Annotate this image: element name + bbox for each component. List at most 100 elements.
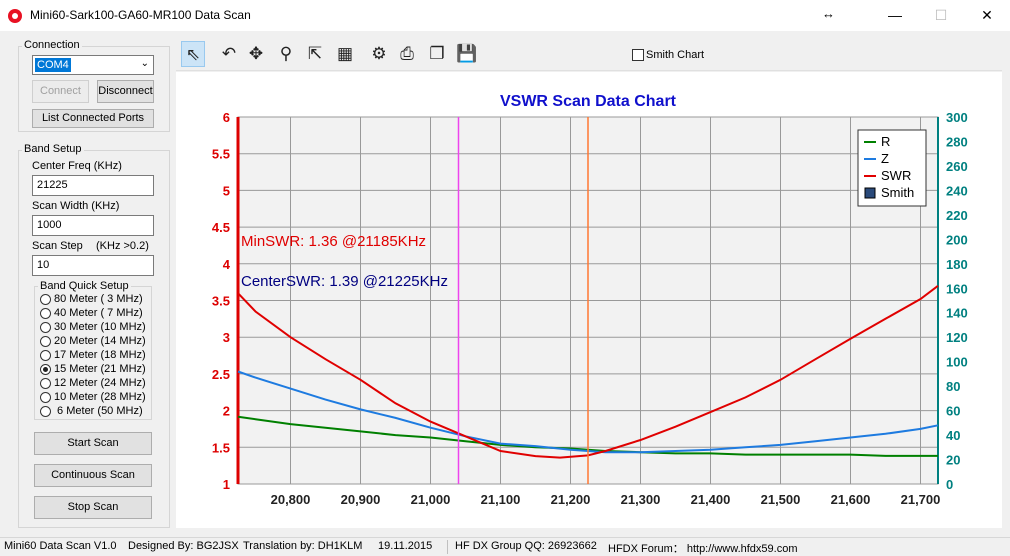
scan-width-label: Scan Width (KHz) [32, 200, 120, 212]
smith-chart-check-box[interactable] [632, 49, 644, 62]
scan-step-input[interactable]: 10 [32, 255, 154, 276]
band-radio-item[interactable]: 80 Meter ( 3 MHz) [40, 293, 143, 307]
band-setup-group-label: Band Setup [22, 143, 84, 155]
continuous-scan-button[interactable]: Continuous Scan [34, 464, 152, 487]
right-tick-label: 240 [946, 183, 968, 198]
radio-button[interactable] [40, 293, 51, 305]
connect-button[interactable]: Connect [32, 80, 89, 103]
legend-swatch [864, 187, 876, 199]
resize-icon: ↔ [822, 6, 835, 21]
left-tick-label: 1 [223, 477, 230, 492]
right-tick-label: 260 [946, 159, 968, 174]
pointer-icon[interactable]: ⇖ [181, 41, 205, 67]
maximize-button[interactable]: ☐ [918, 0, 964, 31]
band-radio-label: 10 Meter (28 MHz) [54, 391, 146, 403]
radio-button[interactable] [40, 391, 51, 403]
chart-panel: 20,800 20,900 21,000 21,100 21,200 21,300 21,4… [176, 72, 1002, 528]
legend-label: SWR [881, 168, 911, 183]
left-tick-label: 4 [223, 257, 231, 272]
export-icon[interactable]: ⇱ [303, 41, 327, 67]
x-tick-label: 21,400 [691, 492, 731, 507]
radio-button[interactable] [40, 335, 51, 347]
center-freq-label: Center Freq (KHz) [32, 160, 122, 172]
right-tick-label: 220 [946, 208, 968, 223]
zoom-icon[interactable]: ⚲ [274, 41, 298, 67]
smith-chart-checkbox[interactable]: Smith Chart [632, 49, 705, 62]
status-date: 19.11.2015 [378, 540, 433, 552]
legend-label: Smith [881, 185, 914, 200]
undo-icon[interactable]: ↶ [217, 41, 241, 67]
chevron-down-icon[interactable]: ⌄ [141, 58, 149, 69]
band-radio-item[interactable]: 20 Meter (14 MHz) [40, 335, 146, 349]
band-radio-label: 40 Meter ( 7 MHz) [54, 307, 143, 319]
left-tick-label: 5.5 [212, 147, 230, 162]
band-radio-item[interactable]: 12 Meter (24 MHz) [40, 377, 146, 391]
x-tick-label: 21,500 [761, 492, 801, 507]
band-radio-label: 12 Meter (24 MHz) [54, 377, 146, 389]
right-tick-label: 0 [946, 477, 953, 492]
stop-scan-button[interactable]: Stop Scan [34, 496, 152, 519]
minimize-button[interactable]: — [872, 0, 918, 31]
radio-button[interactable] [40, 321, 51, 333]
right-tick-label: 280 [946, 134, 968, 149]
radio-button[interactable] [40, 377, 51, 389]
band-radio-item[interactable]: 10 Meter (28 MHz) [40, 391, 146, 405]
right-tick-label: 140 [946, 306, 968, 321]
radio-button[interactable] [40, 307, 51, 319]
disconnect-button[interactable]: Disconnect [97, 80, 154, 103]
center-freq-input[interactable]: 21225 [32, 175, 154, 196]
status-bar: Mini60 Data Scan V1.0 Designed By: BG2JS… [0, 537, 1010, 556]
band-radio-item[interactable]: 6 Meter (50 MHz) [40, 405, 143, 419]
scan-width-input[interactable]: 1000 [32, 215, 154, 236]
start-scan-button[interactable]: Start Scan [34, 432, 152, 455]
x-tick-label: 20,900 [341, 492, 381, 507]
left-tick-label: 2 [223, 404, 230, 419]
band-radio-item[interactable]: 17 Meter (18 MHz) [40, 349, 146, 363]
radio-button[interactable] [40, 405, 51, 417]
right-tick-label: 100 [946, 355, 968, 370]
band-radio-label: 20 Meter (14 MHz) [54, 335, 146, 347]
port-select[interactable]: COM4 ⌄ [32, 55, 154, 75]
list-ports-button[interactable]: List Connected Ports [32, 109, 154, 128]
save-icon[interactable]: 💾 [455, 41, 479, 67]
title-bar: Mini60-Sark100-GA60-MR100 Data Scan ↔ — … [0, 0, 1010, 31]
band-radio-label: 17 Meter (18 MHz) [54, 349, 146, 361]
scan-step-hint: (KHz >0.2) [96, 240, 149, 252]
band-radio-label: 6 Meter (50 MHz) [54, 405, 143, 417]
status-version: Mini60 Data Scan V1.0 [4, 540, 117, 552]
print-icon[interactable]: ⎙ [395, 41, 419, 67]
copy-icon[interactable]: ❐ [425, 41, 449, 67]
left-tick-label: 3.5 [212, 294, 230, 309]
port-select-value: COM4 [35, 58, 71, 72]
pan-icon[interactable]: ✥ [244, 41, 268, 67]
close-button[interactable]: ✕ [964, 0, 1010, 31]
smith-chart-label: Smith Chart [646, 49, 705, 61]
chart-annotation: MinSWR: 1.36 @21185KHz [241, 233, 426, 250]
window-title: Mini60-Sark100-GA60-MR100 Data Scan [30, 8, 251, 22]
band-quick-setup-label: Band Quick Setup [38, 280, 131, 292]
radio-button[interactable] [40, 349, 51, 361]
left-tick-label: 4.5 [212, 220, 230, 235]
left-tick-label: 2.5 [212, 367, 230, 382]
band-radio-label: 80 Meter ( 3 MHz) [54, 293, 143, 305]
band-radio-item[interactable]: 40 Meter ( 7 MHz) [40, 307, 143, 321]
left-tick-label: 5 [223, 183, 230, 198]
band-radio-label: 30 Meter (10 MHz) [54, 321, 146, 333]
x-tick-label: 21,000 [411, 492, 451, 507]
left-tick-label: 3 [223, 330, 230, 345]
data-icon[interactable]: ▦ [333, 41, 357, 67]
right-tick-label: 180 [946, 257, 968, 272]
status-translator: Translation by: DH1KLM [243, 540, 363, 552]
app-icon[interactable] [8, 9, 22, 23]
x-tick-label: 21,200 [551, 492, 591, 507]
settings-icon[interactable]: ⚙ [367, 41, 391, 67]
band-radio-item[interactable]: 15 Meter (21 MHz) [40, 363, 146, 377]
x-tick-label: 21,100 [481, 492, 521, 507]
radio-button[interactable] [40, 363, 51, 375]
status-forum: HFDX Forum： http://www.hfdx59.com [608, 543, 798, 555]
vswr-chart[interactable]: 20,800 20,900 21,000 21,100 21,200 21,300 21,4… [176, 72, 1002, 528]
right-tick-label: 20 [946, 453, 960, 468]
band-radio-item[interactable]: 30 Meter (10 MHz) [40, 321, 146, 335]
chart-annotation: CenterSWR: 1.39 @21225KHz [241, 273, 448, 290]
right-tick-label: 120 [946, 330, 968, 345]
